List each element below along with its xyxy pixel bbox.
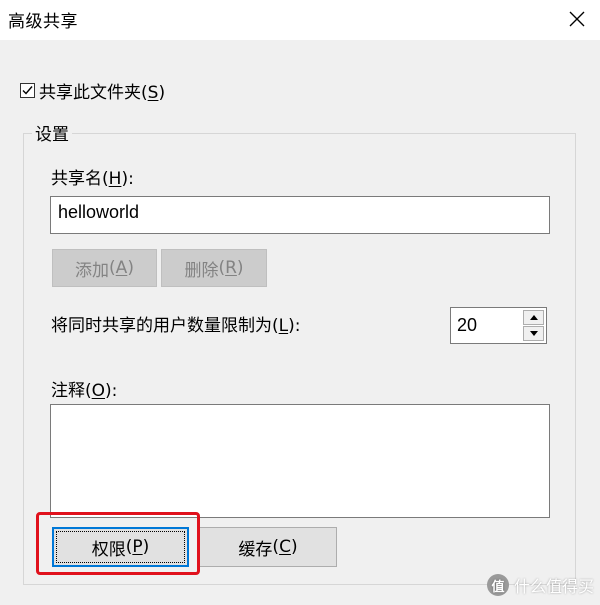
share-name-input[interactable]: helloworld <box>50 196 550 234</box>
remove-button[interactable]: 删除(R) <box>161 249 267 287</box>
comment-textarea[interactable] <box>50 404 550 518</box>
highlight-annotation <box>36 512 200 575</box>
arrow-down-icon <box>529 331 538 336</box>
user-limit-label: 将同时共享的用户数量限制为(L): <box>51 316 301 336</box>
watermark-text: 什么值得买 <box>513 577 594 596</box>
spinner-up-button[interactable] <box>523 310 544 325</box>
caching-button[interactable]: 缓存(C) <box>199 527 337 567</box>
watermark-logo-icon: 值 <box>486 574 509 596</box>
user-limit-spinner[interactable]: 20 <box>450 307 547 344</box>
window-title: 高级共享 <box>8 12 78 32</box>
comment-label: 注释(O): <box>51 381 118 401</box>
arrow-up-icon <box>529 315 538 320</box>
title-bar: 高级共享 <box>0 0 600 40</box>
share-folder-checkbox-row[interactable]: 共享此文件夹(S) <box>20 78 166 103</box>
watermark: 值 什么值得买 <box>486 573 594 597</box>
share-folder-checkbox[interactable] <box>20 82 35 98</box>
settings-group-legend: 设置 <box>32 120 72 145</box>
share-name-value: helloworld <box>58 202 140 222</box>
add-button[interactable]: 添加(A) <box>52 249 157 287</box>
close-button[interactable] <box>554 0 600 38</box>
checkmark-icon <box>22 85 33 95</box>
close-icon <box>569 11 585 27</box>
user-limit-value: 20 <box>457 315 478 335</box>
share-name-label: 共享名(H): <box>51 169 134 189</box>
spinner-down-button[interactable] <box>523 326 544 341</box>
spinner-buttons <box>523 310 544 341</box>
share-folder-label: 共享此文件夹(S) <box>39 82 166 103</box>
